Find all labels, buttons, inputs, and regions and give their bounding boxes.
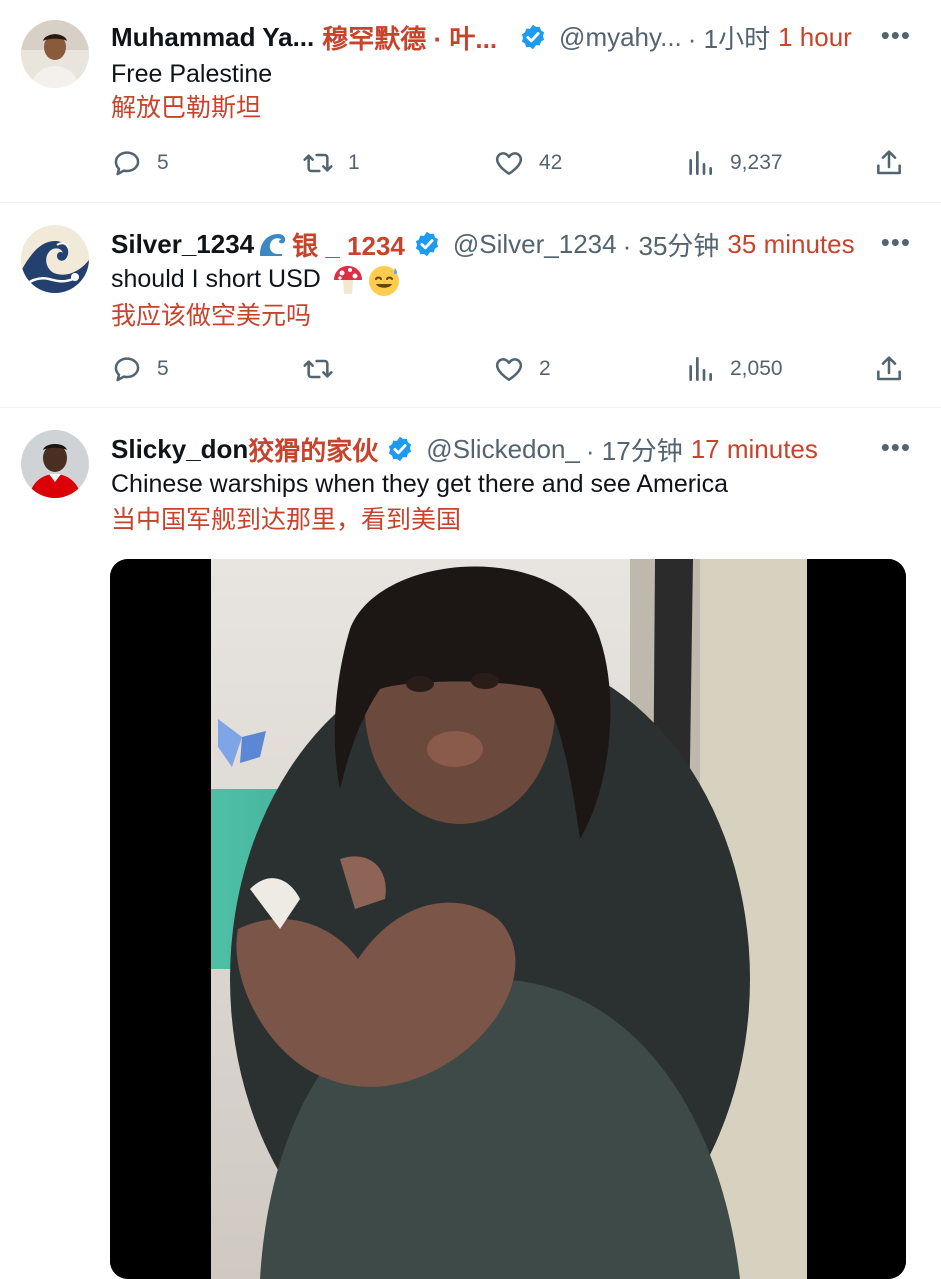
display-name-translation: 银 _ 1234 (292, 230, 405, 261)
tweet-text: should I short USD (111, 265, 321, 293)
timestamp-translation: 35 minutes (727, 228, 855, 259)
retweet-button[interactable] (302, 353, 348, 385)
like-button[interactable]: 42 (493, 147, 562, 179)
tweet-header: Slicky_don 狡猾的家伙 @Slickedon_ · 17分钟 17 m… (111, 432, 911, 466)
views-count: 2,050 (730, 357, 783, 380)
like-count: 2 (539, 357, 551, 380)
display-name[interactable]: Silver_1234 (111, 229, 254, 260)
like-count: 42 (539, 151, 563, 174)
tweet-text-translation: 当中国军舰到达那里，看到美国 (111, 506, 462, 534)
like-icon (493, 353, 525, 385)
share-icon (873, 353, 905, 385)
tweet-text: Free Palestine (111, 60, 273, 88)
avatar[interactable] (21, 20, 89, 88)
more-icon[interactable]: ••• (881, 227, 911, 258)
timestamp-translation: 1 hour (778, 21, 852, 52)
views-icon (684, 353, 716, 385)
timestamp-translation: 17 minutes (690, 433, 818, 464)
action-bar: 5 2 2,050 (111, 353, 905, 389)
user-handle[interactable]: @Slickedon_ (426, 434, 580, 465)
reply-count: 5 (157, 357, 169, 380)
reply-icon (111, 353, 143, 385)
retweet-icon (302, 147, 334, 179)
timestamp[interactable]: · 1小时 (688, 19, 770, 56)
wave-icon (260, 234, 286, 256)
like-icon (493, 147, 525, 179)
reply-count: 5 (157, 151, 169, 174)
action-bar: 5 1 42 9,237 (111, 147, 905, 183)
timestamp[interactable]: · 35分钟 (623, 226, 720, 263)
more-icon[interactable]: ••• (881, 432, 911, 463)
verified-badge-icon (519, 23, 547, 51)
views-count: 9,237 (730, 151, 783, 174)
retweet-button[interactable]: 1 (302, 147, 360, 179)
tweet-text-translation: 解放巴勒斯坦 (111, 94, 262, 122)
display-name[interactable]: Muhammad Ya... (111, 22, 314, 53)
views-button[interactable]: 9,237 (684, 147, 783, 179)
more-icon[interactable]: ••• (881, 20, 911, 51)
video-frame (110, 559, 906, 1279)
tweet-text-row: should I short USD (111, 262, 401, 297)
share-button[interactable] (873, 353, 905, 385)
avatar[interactable] (21, 225, 89, 293)
sweat-smile-icon (368, 265, 399, 296)
retweet-count: 1 (348, 151, 360, 174)
share-icon (873, 147, 905, 179)
tweet-2[interactable]: Silver_1234 银 _ 1234 @Silver_1234 · 35分钟… (0, 203, 941, 408)
verified-badge-icon (413, 230, 441, 258)
display-name-translation: 狡猾的家伙 (248, 435, 379, 466)
display-name[interactable]: Slicky_don (111, 434, 248, 465)
tweet-3[interactable]: Slicky_don 狡猾的家伙 @Slickedon_ · 17分钟 17 m… (0, 408, 941, 1279)
tweet-header: Muhammad Ya... 穆罕默德 · 叶... @myahy... · 1… (111, 20, 911, 54)
tweet-media-video[interactable] (110, 559, 906, 1279)
tweet-text-translation: 我应该做空美元吗 (111, 302, 312, 330)
mushroom-icon (333, 265, 362, 294)
timestamp[interactable]: · 17分钟 (586, 431, 683, 468)
tweet-text: Chinese warships when they get there and… (111, 470, 729, 498)
display-name-translation: 穆罕默德 · 叶... (322, 23, 498, 54)
reply-button[interactable]: 5 (111, 147, 169, 179)
tweet-header: Silver_1234 银 _ 1234 @Silver_1234 · 35分钟… (111, 227, 911, 261)
retweet-icon (302, 353, 334, 385)
share-button[interactable] (873, 147, 905, 179)
tweet-1[interactable]: Muhammad Ya... 穆罕默德 · 叶... @myahy... · 1… (0, 0, 941, 203)
avatar[interactable] (21, 430, 89, 498)
views-button[interactable]: 2,050 (684, 353, 783, 385)
user-handle[interactable]: @Silver_1234 (453, 229, 617, 260)
views-icon (684, 147, 716, 179)
user-handle[interactable]: @myahy... (559, 22, 682, 53)
like-button[interactable]: 2 (493, 353, 551, 385)
reply-button[interactable]: 5 (111, 353, 169, 385)
reply-icon (111, 147, 143, 179)
verified-badge-icon (386, 435, 414, 463)
